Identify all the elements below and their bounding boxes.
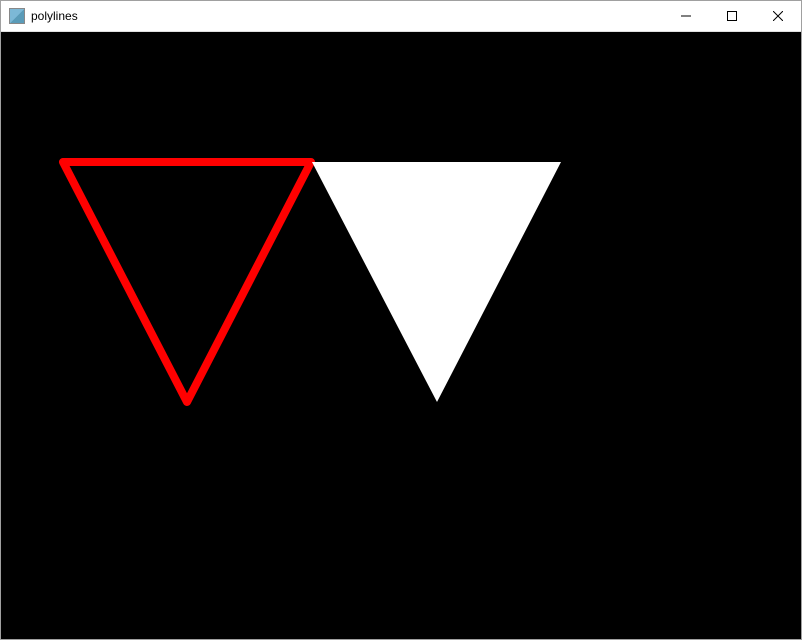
titlebar[interactable]: polylines	[1, 1, 801, 32]
canvas-area	[1, 32, 801, 639]
minimize-icon	[681, 11, 691, 21]
drawing-canvas	[1, 32, 801, 639]
maximize-icon	[727, 11, 737, 21]
canvas-background	[1, 32, 801, 639]
close-icon	[773, 11, 783, 21]
minimize-button[interactable]	[663, 1, 709, 31]
application-window: polylines	[0, 0, 802, 640]
close-button[interactable]	[755, 1, 801, 31]
window-controls	[663, 1, 801, 31]
window-title: polylines	[31, 9, 663, 23]
app-icon	[9, 8, 25, 24]
maximize-button[interactable]	[709, 1, 755, 31]
